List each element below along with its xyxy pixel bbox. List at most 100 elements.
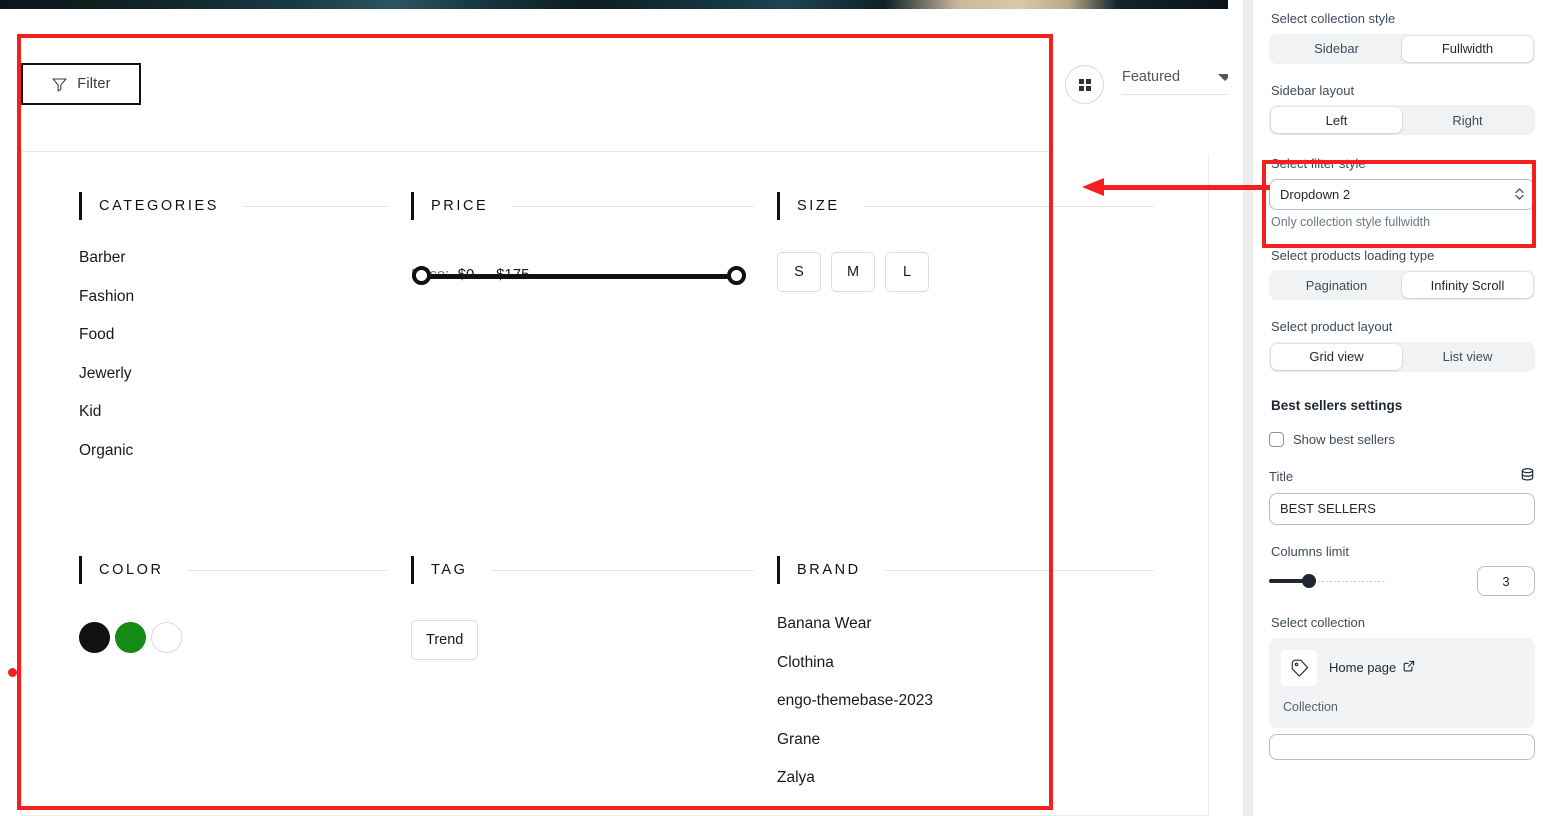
filter-button[interactable]: Filter bbox=[21, 63, 141, 105]
tag-option-trend[interactable]: Trend bbox=[411, 620, 479, 660]
segment-right[interactable]: Right bbox=[1402, 107, 1533, 133]
segment-list-view[interactable]: List view bbox=[1402, 344, 1533, 370]
collection-name-link[interactable]: Home page bbox=[1329, 660, 1415, 675]
tag-group-header: TAG bbox=[411, 550, 754, 590]
left-arrow-annotation bbox=[1103, 185, 1270, 190]
grid-view-toggle[interactable] bbox=[1065, 65, 1104, 104]
collection-style-segmented: Sidebar Fullwidth bbox=[1269, 33, 1535, 64]
collection-toolbar: Filter Featured bbox=[21, 47, 1232, 152]
show-best-sellers-checkbox[interactable] bbox=[1269, 431, 1284, 447]
group-divider-rule bbox=[511, 205, 754, 207]
price-title: PRICE bbox=[431, 198, 489, 214]
list-item[interactable]: Fashion bbox=[79, 288, 388, 305]
segment-left[interactable]: Left bbox=[1271, 107, 1402, 134]
color-group-header: COLOR bbox=[79, 550, 388, 590]
group-accent-bar bbox=[79, 556, 82, 584]
size-option-l[interactable]: L bbox=[885, 252, 929, 292]
theme-settings-sidebar: Select collection style Sidebar Fullwidt… bbox=[1253, 0, 1551, 816]
group-accent-bar bbox=[411, 556, 414, 584]
pane-gutter bbox=[1228, 0, 1243, 816]
group-divider-rule bbox=[242, 205, 388, 207]
show-best-sellers-label: Show best sellers bbox=[1293, 431, 1395, 447]
segment-sidebar[interactable]: Sidebar bbox=[1271, 36, 1402, 62]
price-slider-track bbox=[422, 274, 736, 279]
annotation-dot-marker bbox=[8, 668, 17, 677]
collection-tag-icon bbox=[1281, 649, 1317, 686]
columns-limit-number-input[interactable]: 3 bbox=[1477, 566, 1535, 597]
filter-group-price: PRICE Price: $0 - $175 bbox=[388, 186, 754, 481]
best-sellers-title-label: Title bbox=[1269, 468, 1294, 484]
brand-list: Banana Wear Clothina engo-themebase-2023… bbox=[777, 616, 1154, 786]
left-arrow-annotation-head bbox=[1082, 178, 1104, 196]
size-title: SIZE bbox=[797, 198, 840, 214]
columns-limit-value: 3 bbox=[1502, 573, 1510, 589]
size-option-s[interactable]: S bbox=[777, 252, 821, 292]
columns-limit-label: Columns limit bbox=[1271, 543, 1350, 559]
show-best-sellers-row[interactable]: Show best sellers bbox=[1269, 431, 1535, 447]
price-slider-handle-max[interactable] bbox=[727, 266, 746, 285]
group-accent-bar bbox=[777, 192, 780, 220]
collection-action-button[interactable] bbox=[1269, 733, 1535, 760]
group-accent-bar bbox=[777, 556, 780, 584]
list-item[interactable]: Food bbox=[79, 327, 388, 343]
color-swatch-green[interactable] bbox=[115, 622, 146, 653]
sort-by-dropdown[interactable]: Featured bbox=[1122, 69, 1232, 95]
filter-group-color: COLOR bbox=[22, 550, 388, 809]
theme-preview-pane: Filter Featured CATEGORIES Barber Fashio… bbox=[0, 9, 1232, 816]
color-title: COLOR bbox=[99, 562, 164, 578]
price-slider-handle-min[interactable] bbox=[412, 266, 431, 285]
tag-options: Trend bbox=[411, 620, 754, 660]
group-divider-rule bbox=[490, 569, 754, 571]
funnel-icon bbox=[51, 76, 68, 93]
collection-type-label: Collection bbox=[1283, 699, 1338, 714]
list-item[interactable]: Banana Wear bbox=[777, 616, 1154, 632]
columns-limit-slider[interactable] bbox=[1269, 574, 1465, 589]
segment-grid-view[interactable]: Grid view bbox=[1271, 343, 1402, 370]
list-item[interactable]: Kid bbox=[79, 404, 388, 420]
slider-handle[interactable] bbox=[1302, 574, 1317, 589]
external-link-icon bbox=[1403, 660, 1415, 675]
segment-infinity-scroll[interactable]: Infinity Scroll bbox=[1402, 272, 1533, 299]
list-item[interactable]: Clothina bbox=[777, 654, 1154, 671]
group-divider-rule bbox=[862, 205, 1154, 207]
segment-fullwidth[interactable]: Fullwidth bbox=[1402, 35, 1533, 62]
list-item[interactable]: Jewerly bbox=[79, 365, 388, 382]
list-item[interactable]: Organic bbox=[79, 442, 388, 459]
sort-by-label: Featured bbox=[1122, 69, 1181, 85]
sidebar-layout-label: Sidebar layout bbox=[1271, 82, 1355, 98]
page-banner-image bbox=[0, 0, 1228, 9]
best-sellers-title-value: BEST SELLERS bbox=[1280, 501, 1376, 517]
vertical-scrollbar[interactable] bbox=[1243, 0, 1253, 816]
list-item[interactable]: Grane bbox=[777, 731, 1154, 748]
color-swatch-black[interactable] bbox=[79, 622, 110, 653]
collection-name-text: Home page bbox=[1329, 660, 1397, 676]
brand-group-header: BRAND bbox=[777, 550, 1154, 590]
best-sellers-heading: Best sellers settings bbox=[1271, 397, 1403, 413]
database-icon[interactable] bbox=[1520, 467, 1535, 487]
list-item[interactable]: engo-themebase-2023 bbox=[777, 693, 1154, 709]
color-swatches bbox=[79, 622, 388, 653]
group-divider-rule bbox=[186, 569, 388, 571]
segment-pagination[interactable]: Pagination bbox=[1271, 272, 1402, 298]
best-sellers-title-input[interactable]: BEST SELLERS bbox=[1269, 492, 1535, 525]
filter-button-label: Filter bbox=[77, 76, 111, 92]
list-item[interactable]: Zalya bbox=[777, 770, 1154, 786]
product-layout-label: Select product layout bbox=[1271, 319, 1393, 335]
categories-group-header: CATEGORIES bbox=[79, 186, 388, 226]
grid-view-icon bbox=[1078, 78, 1091, 91]
loading-type-segmented: Pagination Infinity Scroll bbox=[1269, 270, 1535, 301]
categories-title: CATEGORIES bbox=[99, 198, 219, 214]
filter-group-tag: TAG Trend bbox=[388, 550, 754, 809]
tag-title: TAG bbox=[431, 562, 468, 578]
collection-style-label: Select collection style bbox=[1271, 11, 1396, 26]
group-accent-bar bbox=[411, 192, 414, 220]
columns-limit-row: 3 bbox=[1269, 566, 1535, 597]
slider-fill bbox=[1269, 579, 1307, 584]
color-swatch-white[interactable] bbox=[151, 622, 182, 653]
price-group-header: PRICE bbox=[411, 186, 754, 226]
filter-style-label: Select filter style bbox=[1271, 156, 1366, 172]
size-option-m[interactable]: M bbox=[831, 252, 875, 292]
list-item[interactable]: Barber bbox=[79, 250, 388, 266]
select-chevron-icon bbox=[1514, 187, 1525, 202]
filter-style-select[interactable]: Dropdown 2 bbox=[1269, 178, 1535, 210]
